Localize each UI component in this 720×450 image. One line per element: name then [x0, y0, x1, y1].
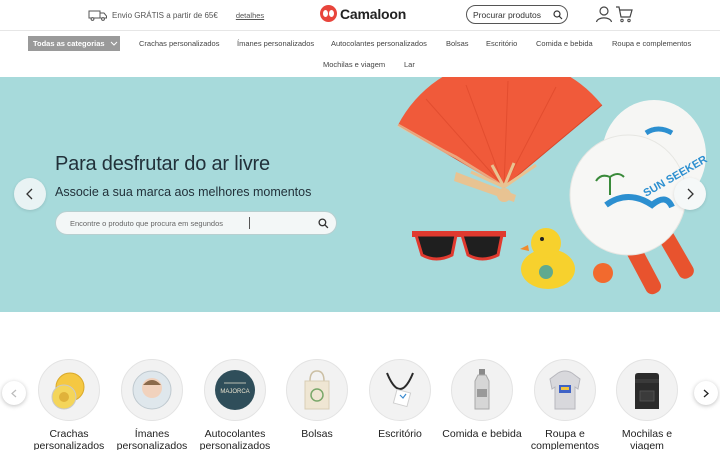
carousel-prev-button[interactable] [2, 381, 26, 405]
category-image [38, 359, 100, 421]
rubber-duck-image [520, 228, 575, 289]
category-label: Autocolantes personalizados [199, 428, 271, 450]
brand-name: Camaloon [340, 5, 407, 22]
shipping-text: Envio GRÁTIS a partir de 65€ [112, 10, 218, 20]
chevron-left-icon [11, 389, 17, 397]
nav-link-imanes[interactable]: Ímanes personalizados [237, 39, 314, 48]
category-label: Bolsas [301, 428, 333, 440]
chevron-right-icon [703, 389, 709, 397]
ball-image [593, 263, 613, 283]
category-image [616, 359, 678, 421]
nav-link-lar[interactable]: Lar [404, 60, 415, 69]
backpack-icon [635, 373, 659, 409]
category-carousel: Crachas personalizados Ímanes personaliz… [0, 312, 720, 450]
details-link[interactable]: detalhes [236, 11, 264, 20]
nav-link-comida[interactable]: Comida e bebida [536, 39, 593, 48]
hero-search-input[interactable]: Encontre o produto que procura em segund… [70, 219, 249, 228]
category-item-escritorio[interactable]: Escritório [359, 359, 441, 440]
nav-link-roupa[interactable]: Roupa e complementos [612, 39, 691, 48]
lanyard-icon [386, 372, 414, 408]
category-image [121, 359, 183, 421]
bottle-icon [474, 369, 490, 410]
category-label: Roupa e complementos [530, 428, 600, 450]
category-item-crachas[interactable]: Crachas personalizados [28, 359, 110, 450]
badge-icon [51, 372, 85, 410]
category-label: Ímanes personalizados [116, 428, 188, 450]
nav-link-crachas[interactable]: Crachas personalizados [139, 39, 219, 48]
brand-logo[interactable]: Camaloon [320, 5, 406, 22]
carousel-next-button[interactable] [694, 381, 718, 405]
hero-banner: SUN SEEKER Para desfrutar do ar livre As… [0, 77, 720, 312]
nav-link-autocolantes[interactable]: Autocolantes personalizados [331, 39, 427, 48]
truck-icon [88, 10, 107, 21]
category-item-bolsas[interactable]: Bolsas [276, 359, 358, 440]
nav-link-bolsas[interactable]: Bolsas [446, 39, 469, 48]
category-image [451, 359, 513, 421]
shipping-info: Envio GRÁTIS a partir de 65€ detalhes [88, 7, 264, 23]
top-bar: Envio GRÁTIS a partir de 65€ detalhes Ca… [0, 0, 720, 30]
category-item-imanes[interactable]: Ímanes personalizados [111, 359, 193, 450]
shopping-cart-icon[interactable] [615, 5, 633, 23]
category-item-roupa[interactable]: Roupa e complementos [524, 359, 606, 450]
hero-next-button[interactable] [674, 178, 706, 210]
chevron-down-icon [110, 41, 117, 46]
sunglasses-image [412, 231, 506, 261]
camaloon-logo-icon [320, 5, 337, 22]
category-label: Crachas personalizados [33, 428, 105, 450]
search-icon[interactable] [549, 6, 567, 23]
category-item-comida[interactable]: Comida e bebida [441, 359, 523, 440]
hero-products-image: SUN SEEKER [397, 77, 709, 295]
category-item-mochilas[interactable]: Mochilas e viagem [606, 359, 688, 450]
hero-title: Para desfrutar do ar livre [55, 153, 270, 175]
nav-link-escritorio[interactable]: Escritório [486, 39, 517, 48]
category-image [534, 359, 596, 421]
category-nav: Todas as categorias Crachas personalizad… [0, 30, 720, 77]
hero-search-bar[interactable]: Encontre o produto que procura em segund… [55, 211, 337, 235]
search-icon[interactable] [310, 212, 336, 234]
category-image: MAJORCA [204, 359, 266, 421]
category-label: Mochilas e viagem [621, 428, 673, 450]
all-categories-button[interactable]: Todas as categorias [28, 36, 120, 51]
category-label: Comida e bebida [442, 428, 522, 440]
sticker-text: MAJORCA [220, 389, 249, 395]
tote-bag-icon [304, 370, 330, 410]
magnet-icon [132, 370, 172, 410]
sticker-icon: MAJORCA [215, 370, 255, 410]
user-account-icon[interactable] [595, 5, 613, 23]
text-caret [249, 217, 250, 229]
chevron-left-icon [26, 188, 33, 200]
all-categories-label: Todas as categorias [33, 39, 105, 48]
header-search[interactable]: Procurar produtos [466, 5, 568, 24]
search-input[interactable]: Procurar produtos [473, 10, 549, 20]
hero-subtitle: Associe a sua marca aos melhores momento… [55, 185, 312, 199]
category-image [286, 359, 348, 421]
nav-link-mochilas[interactable]: Mochilas e viagem [323, 60, 385, 69]
hoodie-icon [549, 370, 581, 410]
category-image [369, 359, 431, 421]
chevron-right-icon [687, 188, 694, 200]
category-item-autocolantes[interactable]: MAJORCA Autocolantes personalizados [194, 359, 276, 450]
category-label: Escritório [378, 428, 422, 440]
hero-prev-button[interactable] [14, 178, 46, 210]
